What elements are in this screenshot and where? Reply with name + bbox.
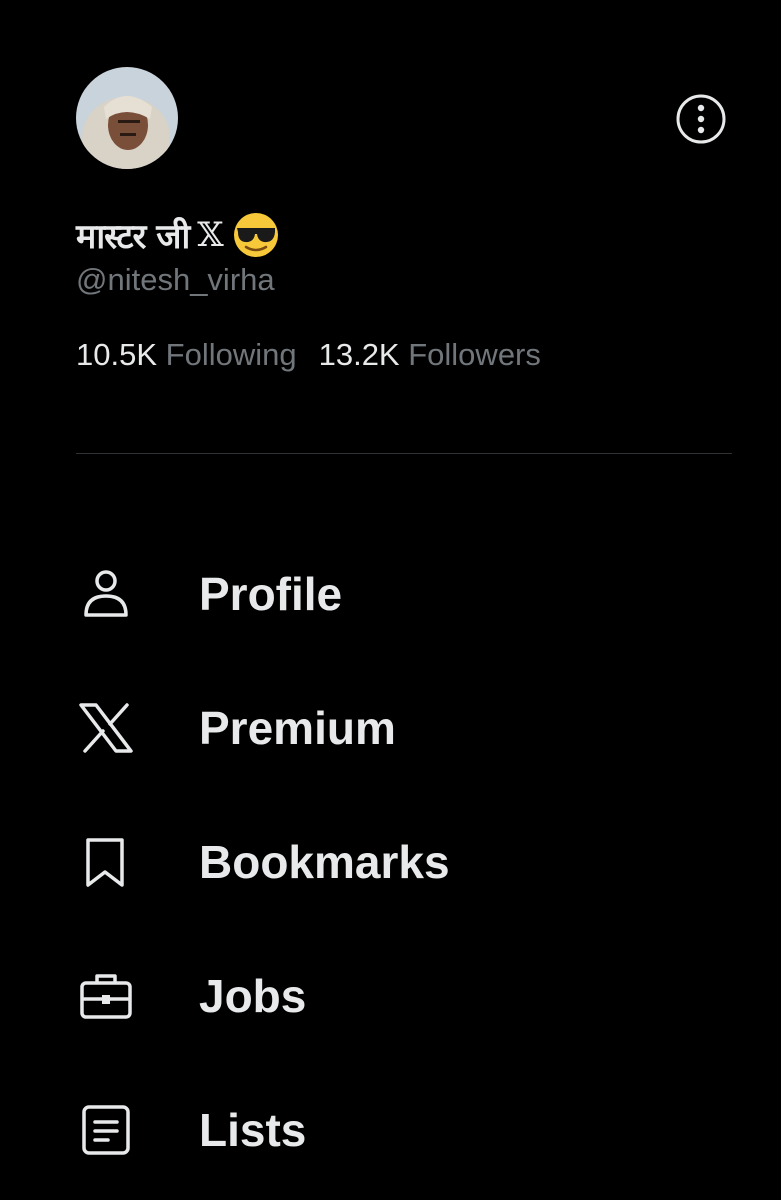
display-name-text: मास्टर जी	[76, 217, 190, 257]
user-handle[interactable]: @nitesh_virha	[76, 262, 275, 298]
more-vertical-icon	[676, 94, 726, 144]
drawer-menu: Profile Premium Bookmarks Jobs Lists	[0, 526, 781, 1196]
menu-item-label: Profile	[199, 568, 343, 620]
menu-item-label: Premium	[199, 702, 396, 754]
menu-item-bookmarks[interactable]: Bookmarks	[0, 794, 781, 928]
more-options-button[interactable]	[675, 93, 727, 145]
divider	[76, 453, 732, 454]
followers-label: Followers	[408, 337, 541, 372]
following-link[interactable]: 10.5K Following	[76, 337, 297, 373]
sunglasses-emoji-icon	[233, 213, 278, 257]
x-logo-icon	[79, 703, 133, 753]
menu-item-jobs[interactable]: Jobs	[0, 928, 781, 1062]
following-label: Following	[165, 337, 297, 372]
follow-stats: 10.5K Following 13.2K Followers	[76, 337, 541, 373]
menu-item-lists[interactable]: Lists	[0, 1062, 781, 1196]
menu-item-label: Bookmarks	[199, 836, 450, 888]
menu-item-label: Jobs	[199, 970, 307, 1022]
menu-item-label: Lists	[199, 1104, 307, 1156]
list-icon	[82, 1105, 130, 1155]
menu-item-profile[interactable]: Profile	[0, 526, 781, 660]
display-name[interactable]: मास्टर जी 𝕏	[76, 208, 280, 262]
person-icon	[84, 570, 128, 617]
avatar[interactable]	[76, 67, 178, 169]
bookmark-icon	[86, 838, 124, 887]
menu-item-premium[interactable]: Premium	[0, 660, 781, 794]
x-badge-icon: 𝕏	[197, 215, 224, 255]
following-count: 10.5K	[76, 337, 158, 372]
followers-link[interactable]: 13.2K Followers	[319, 337, 541, 373]
briefcase-icon	[80, 974, 132, 1019]
followers-count: 13.2K	[318, 337, 400, 372]
